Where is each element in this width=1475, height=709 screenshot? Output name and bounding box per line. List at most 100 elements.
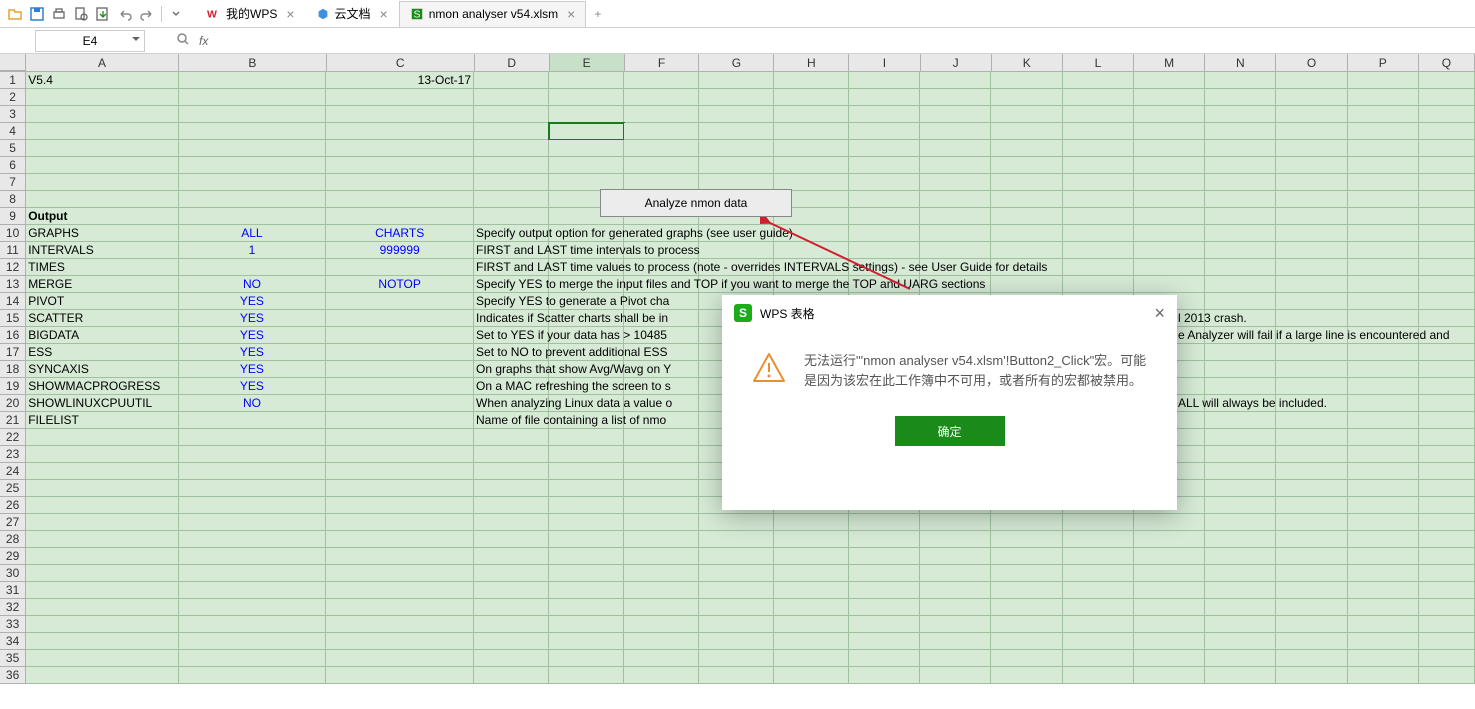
cell[interactable] xyxy=(624,667,699,684)
col-header-K[interactable]: K xyxy=(992,54,1063,71)
col-header-E[interactable]: E xyxy=(550,54,625,71)
cell[interactable] xyxy=(1063,242,1134,259)
cell[interactable] xyxy=(549,531,624,548)
cell[interactable] xyxy=(1348,667,1419,684)
cell[interactable]: CHARTS xyxy=(326,225,474,242)
cell[interactable] xyxy=(474,446,549,463)
cell[interactable] xyxy=(624,72,699,89)
undo-icon[interactable] xyxy=(115,4,135,24)
cell[interactable] xyxy=(624,514,699,531)
cell[interactable] xyxy=(1419,548,1475,565)
col-header-I[interactable]: I xyxy=(849,54,920,71)
row-header[interactable]: 17 xyxy=(0,344,26,361)
cell[interactable] xyxy=(326,548,474,565)
cell[interactable] xyxy=(1348,446,1419,463)
cell[interactable] xyxy=(326,361,474,378)
cell[interactable] xyxy=(991,276,1062,293)
cell[interactable]: MERGE xyxy=(26,276,178,293)
cell[interactable] xyxy=(920,582,991,599)
cell[interactable] xyxy=(1134,242,1205,259)
cell[interactable] xyxy=(920,174,991,191)
cell[interactable] xyxy=(1063,225,1134,242)
cell[interactable] xyxy=(1276,582,1347,599)
cell[interactable] xyxy=(1205,378,1276,395)
cell[interactable] xyxy=(26,531,178,548)
cell[interactable]: Specify YES to generate a Pivot cha xyxy=(474,293,549,310)
close-icon[interactable]: × xyxy=(567,6,575,22)
cell[interactable] xyxy=(1276,412,1347,429)
cell[interactable] xyxy=(474,497,549,514)
cell[interactable] xyxy=(1348,599,1419,616)
cell[interactable] xyxy=(474,174,549,191)
cell[interactable] xyxy=(1063,72,1134,89)
print-preview-icon[interactable] xyxy=(71,4,91,24)
cell[interactable] xyxy=(1063,89,1134,106)
cell[interactable]: Specify YES to merge the input files and… xyxy=(474,276,549,293)
cell[interactable] xyxy=(326,446,474,463)
cell[interactable] xyxy=(699,242,774,259)
cell[interactable] xyxy=(179,174,327,191)
cell[interactable] xyxy=(849,208,920,225)
cell[interactable] xyxy=(179,599,327,616)
cell[interactable] xyxy=(1276,72,1347,89)
cell[interactable] xyxy=(326,293,474,310)
row-header[interactable]: 20 xyxy=(0,395,26,412)
cell[interactable] xyxy=(1134,174,1205,191)
cell[interactable] xyxy=(1348,480,1419,497)
cell[interactable] xyxy=(326,497,474,514)
cell[interactable] xyxy=(326,565,474,582)
cell[interactable] xyxy=(1063,208,1134,225)
col-header-N[interactable]: N xyxy=(1205,54,1276,71)
cell[interactable] xyxy=(1205,174,1276,191)
cell[interactable] xyxy=(991,531,1062,548)
cell[interactable] xyxy=(1063,106,1134,123)
cell[interactable]: INTERVALS xyxy=(26,242,178,259)
row-header[interactable]: 9 xyxy=(0,208,26,225)
cell[interactable] xyxy=(1419,293,1475,310)
cell[interactable] xyxy=(1205,225,1276,242)
cell[interactable] xyxy=(179,514,327,531)
cell[interactable]: NO xyxy=(179,276,327,293)
cell[interactable] xyxy=(774,548,849,565)
cell[interactable] xyxy=(326,582,474,599)
cell[interactable]: PIVOT xyxy=(26,293,178,310)
cell[interactable]: YES xyxy=(179,327,327,344)
cell[interactable] xyxy=(549,650,624,667)
cell[interactable] xyxy=(699,599,774,616)
cell[interactable] xyxy=(326,140,474,157)
cell[interactable] xyxy=(1348,157,1419,174)
cell[interactable] xyxy=(1348,616,1419,633)
cell[interactable]: NOTOP xyxy=(326,276,474,293)
cell[interactable]: YES xyxy=(179,361,327,378)
row-header[interactable]: 36 xyxy=(0,667,26,684)
cell[interactable] xyxy=(549,72,624,89)
cell[interactable] xyxy=(549,89,624,106)
cell[interactable] xyxy=(1276,633,1347,650)
cell[interactable] xyxy=(1419,412,1475,429)
toolbar-dropdown-icon[interactable] xyxy=(166,4,186,24)
cell[interactable] xyxy=(624,106,699,123)
cell[interactable] xyxy=(1276,106,1347,123)
cell[interactable] xyxy=(1276,242,1347,259)
cell[interactable] xyxy=(1205,89,1276,106)
cell[interactable] xyxy=(624,157,699,174)
row-header[interactable]: 3 xyxy=(0,106,26,123)
print-icon[interactable] xyxy=(49,4,69,24)
cell[interactable] xyxy=(1419,259,1475,276)
cell[interactable] xyxy=(179,72,327,89)
cell[interactable] xyxy=(1348,395,1419,412)
cell[interactable]: GRAPHS xyxy=(26,225,178,242)
cell[interactable] xyxy=(1134,140,1205,157)
cell[interactable] xyxy=(1419,395,1475,412)
cell[interactable] xyxy=(1348,276,1419,293)
cell[interactable] xyxy=(1348,259,1419,276)
cell[interactable] xyxy=(179,191,327,208)
cell[interactable] xyxy=(1205,242,1276,259)
open-icon[interactable] xyxy=(5,4,25,24)
cell[interactable] xyxy=(1276,497,1347,514)
cell[interactable] xyxy=(474,429,549,446)
export-icon[interactable] xyxy=(93,4,113,24)
cell[interactable] xyxy=(699,633,774,650)
cell[interactable] xyxy=(1205,72,1276,89)
cell[interactable] xyxy=(1419,191,1475,208)
